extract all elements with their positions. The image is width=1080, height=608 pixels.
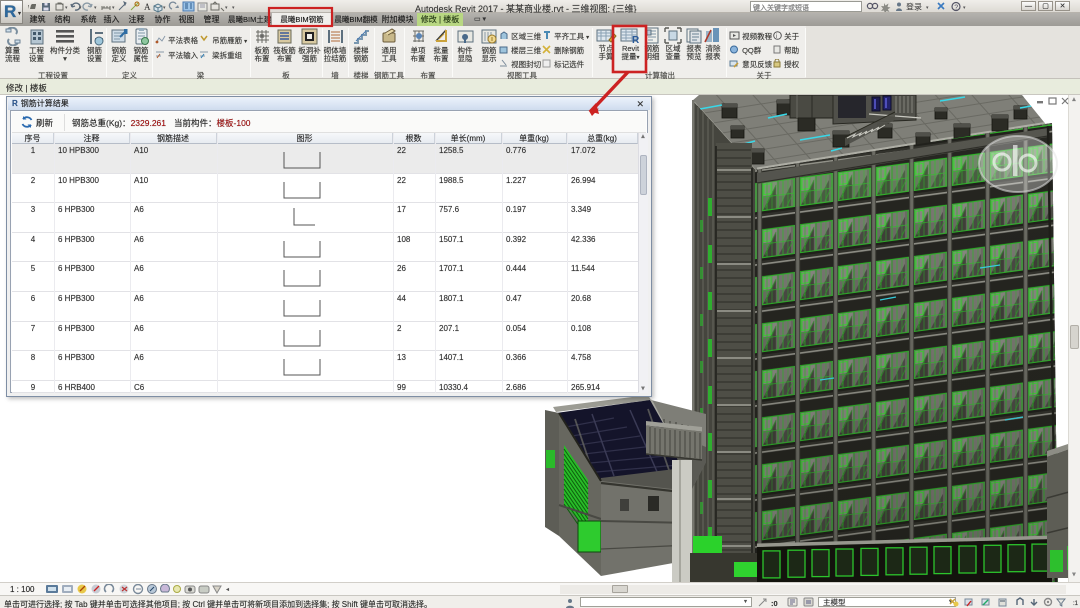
svg-text:i: i: [776, 34, 777, 40]
svg-text:▾: ▾: [963, 5, 966, 11]
svg-text:▾: ▾: [112, 5, 115, 11]
svg-text:?: ?: [954, 5, 958, 12]
svg-text:▾: ▾: [225, 5, 228, 11]
svg-text:▾: ▾: [79, 5, 82, 11]
svg-text:▾: ▾: [926, 5, 929, 11]
svg-text:▾: ▾: [94, 5, 97, 11]
svg-text:▾: ▾: [232, 5, 235, 11]
svg-text:A: A: [144, 2, 151, 12]
svg-text:R: R: [632, 35, 640, 44]
svg-text:▾: ▾: [65, 5, 68, 11]
svg-text:▾: ▾: [163, 5, 166, 11]
svg-text:登录: 登录: [906, 2, 922, 12]
